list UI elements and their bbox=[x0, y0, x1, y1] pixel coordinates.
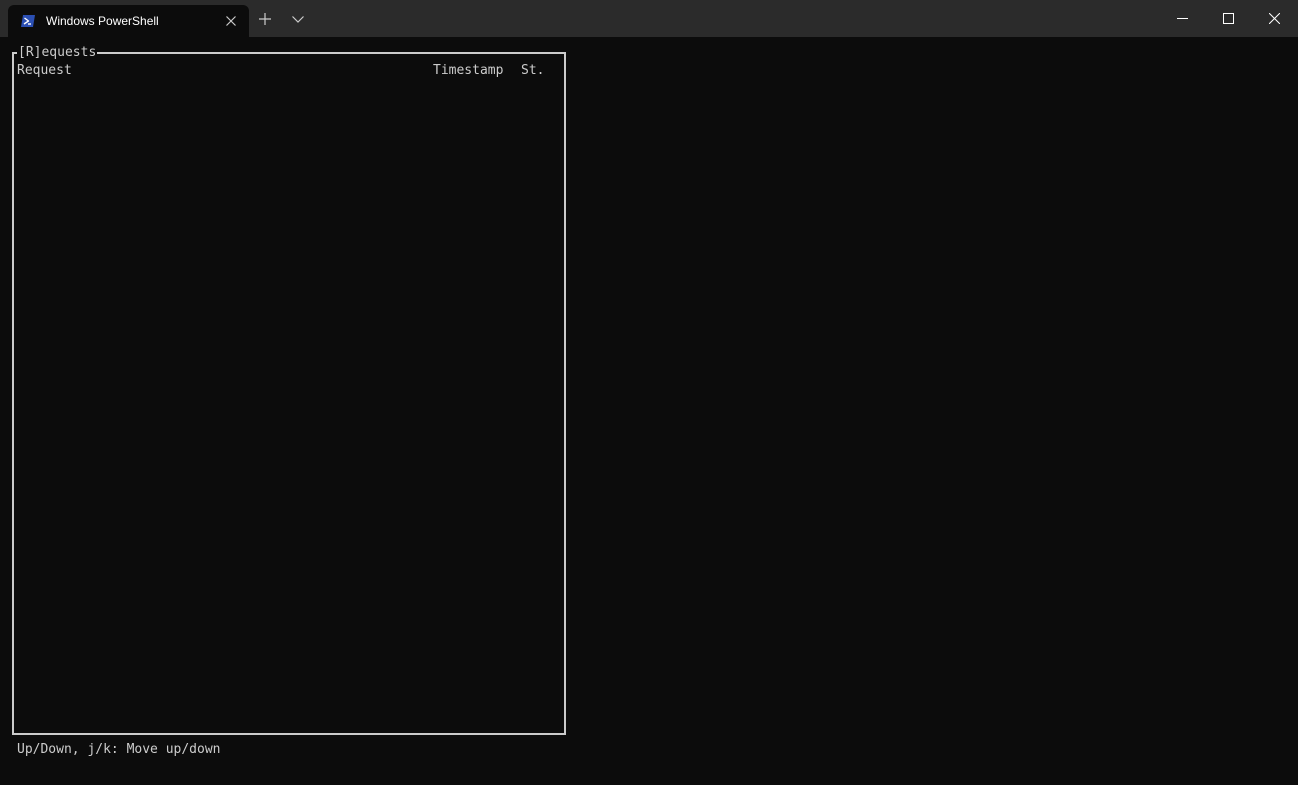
maximize-button[interactable] bbox=[1205, 0, 1251, 37]
tab-title: Windows PowerShell bbox=[46, 14, 159, 28]
column-header-status: St. bbox=[521, 63, 545, 78]
terminal-window: Windows PowerShell [R]equests Request Ti… bbox=[0, 0, 1298, 785]
requests-panel[interactable]: [R]equests Request Timestamp St. bbox=[12, 44, 566, 735]
minimize-icon bbox=[1177, 18, 1188, 19]
plus-icon[interactable] bbox=[257, 11, 273, 27]
panel-title: [R]equests bbox=[17, 44, 98, 61]
close-icon[interactable] bbox=[223, 13, 239, 29]
tab-windows-powershell[interactable]: Windows PowerShell bbox=[8, 5, 249, 37]
powershell-icon bbox=[20, 13, 36, 29]
minimize-button[interactable] bbox=[1159, 0, 1205, 37]
terminal-output[interactable]: [R]equests Request Timestamp St. Up/Down… bbox=[0, 37, 1298, 785]
keybinding-help: Up/Down, j/k: Move up/down bbox=[17, 742, 221, 757]
chevron-down-icon[interactable] bbox=[290, 11, 306, 27]
close-icon bbox=[1269, 13, 1280, 24]
title-bar: Windows PowerShell bbox=[0, 0, 1298, 37]
column-header-request: Request bbox=[17, 63, 72, 78]
column-header-timestamp: Timestamp bbox=[433, 63, 504, 78]
close-button[interactable] bbox=[1251, 0, 1297, 37]
maximize-icon bbox=[1223, 13, 1234, 24]
